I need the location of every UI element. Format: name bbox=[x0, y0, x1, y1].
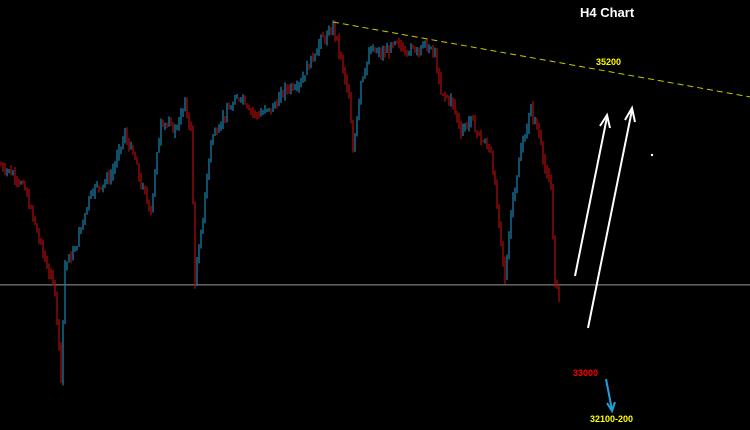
up-arrow-2 bbox=[587, 105, 636, 329]
level-label-33000: 33000 bbox=[573, 368, 599, 378]
price-chart bbox=[0, 20, 750, 414]
candles bbox=[0, 20, 560, 386]
trendline bbox=[332, 21, 750, 98]
level-label-35200: 35200 bbox=[596, 57, 622, 67]
down-arrow bbox=[605, 378, 616, 414]
up-arrow-1 bbox=[574, 112, 611, 277]
chart-title: H4 Chart bbox=[580, 5, 635, 20]
chart-area: H4 Chart 35200 33000 32100-200 bbox=[0, 0, 750, 430]
dot-marker bbox=[650, 153, 654, 157]
level-label-target: 32100-200 bbox=[590, 414, 634, 424]
